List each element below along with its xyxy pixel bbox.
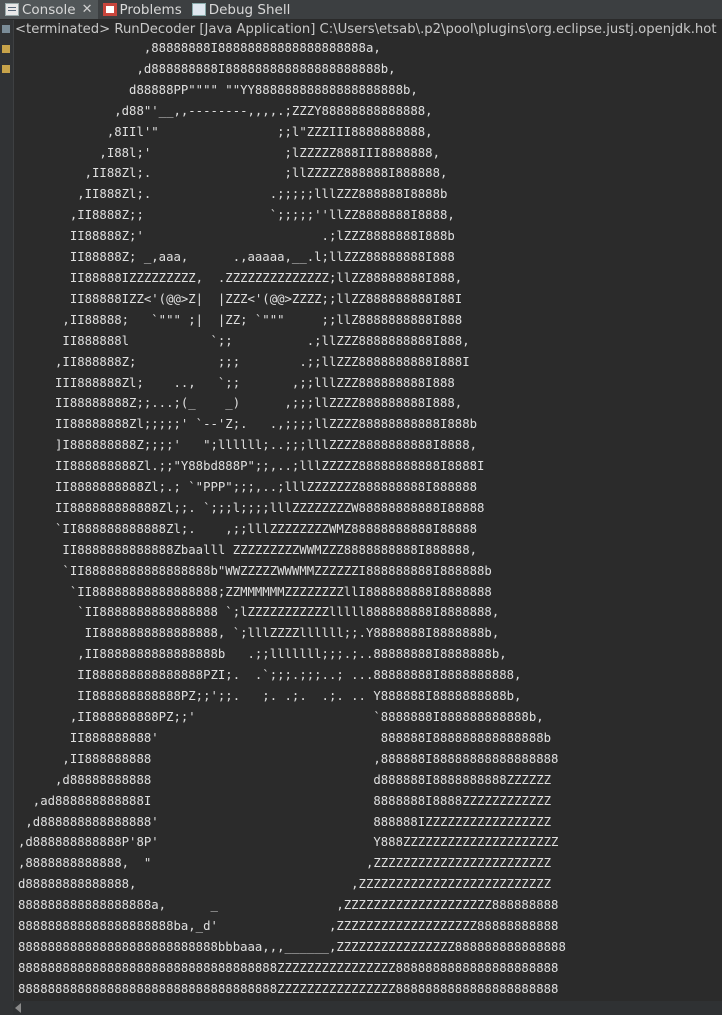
tab-debug-shell-label: Debug Shell — [208, 1, 291, 18]
package-icon[interactable] — [2, 45, 10, 53]
package-icon[interactable] — [2, 65, 10, 73]
view-tab-bar: Console ✕ Problems Debug Shell — [0, 0, 722, 20]
console-icon — [5, 3, 19, 16]
debug-shell-icon — [191, 3, 206, 16]
horizontal-scrollbar[interactable] — [13, 1001, 722, 1015]
close-icon[interactable]: ✕ — [82, 2, 93, 17]
tab-console-label: Console — [22, 1, 76, 18]
scroll-left-arrow-icon[interactable] — [15, 1003, 21, 1013]
console-output[interactable]: ,88888888I88888888888888888888a, ,d88888… — [18, 38, 722, 1015]
left-trim-bar — [0, 20, 14, 1015]
tab-console[interactable]: Console ✕ — [0, 0, 98, 19]
tab-debug-shell[interactable]: Debug Shell — [187, 0, 296, 19]
tab-problems-label: Problems — [119, 1, 182, 18]
view-icon[interactable] — [2, 25, 10, 33]
tab-problems[interactable]: Problems — [98, 0, 187, 19]
problems-icon — [102, 3, 117, 16]
console-process-status: <terminated> RunDecoder [Java Applicatio… — [15, 22, 717, 37]
